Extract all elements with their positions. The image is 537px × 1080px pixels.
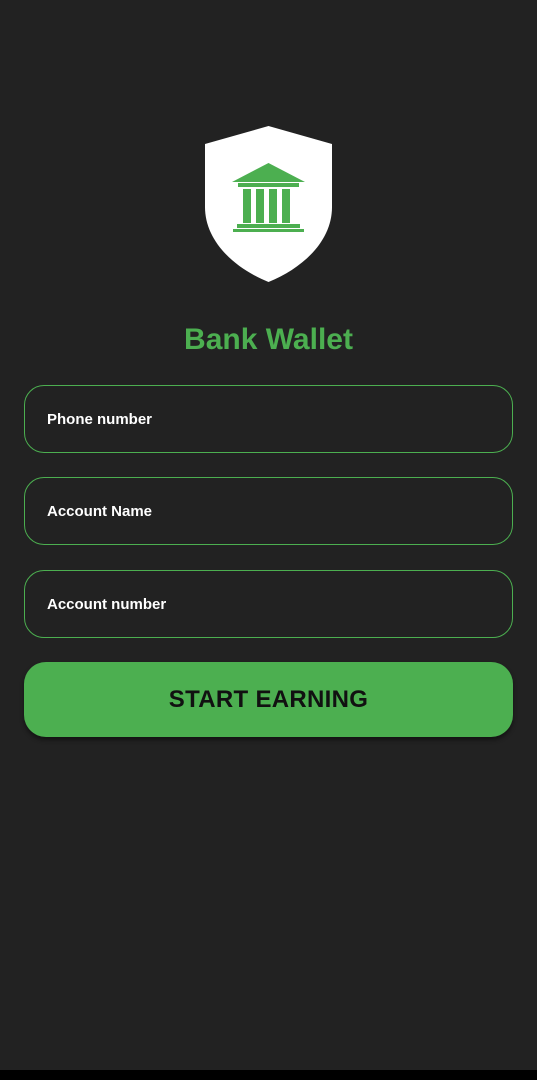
account-number-field[interactable]: [24, 570, 513, 638]
phone-number-input[interactable]: [47, 410, 490, 428]
bank-shield-icon: [203, 125, 334, 283]
phone-number-field[interactable]: [24, 385, 513, 453]
start-earning-button[interactable]: START EARNING: [24, 662, 513, 737]
app-title: Bank Wallet: [184, 323, 353, 356]
account-name-field[interactable]: [24, 477, 513, 545]
account-number-input[interactable]: [47, 595, 490, 613]
account-name-input[interactable]: [47, 502, 490, 520]
system-navigation-bar: [0, 1070, 537, 1080]
